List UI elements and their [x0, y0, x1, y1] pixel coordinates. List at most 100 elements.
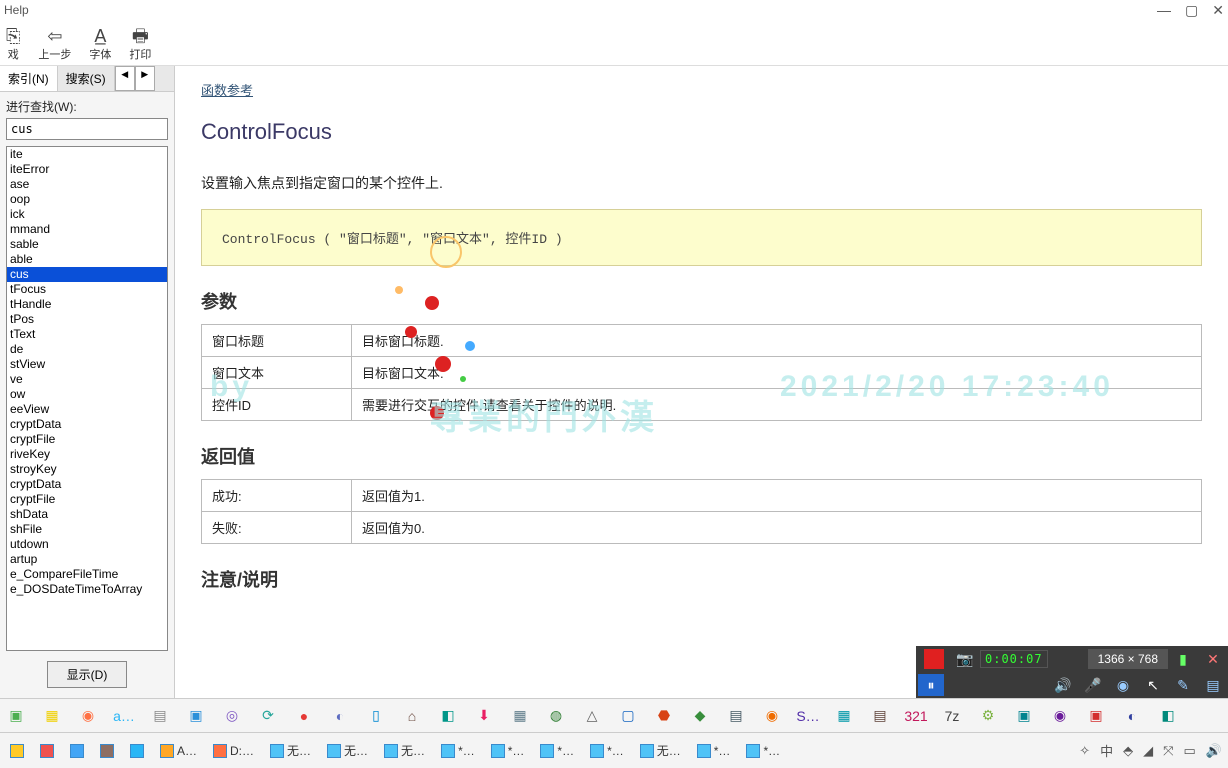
taskbar-window[interactable]: 无…: [380, 740, 429, 761]
webcam-icon[interactable]: ◉: [1110, 674, 1136, 696]
screen-recorder-overlay[interactable]: 📷 0:00:07 1366 × 768 ▮ ✕ ⏸ 🔊 🎤 ◉ ↖ ✎ ▤: [916, 646, 1228, 698]
window-minimize[interactable]: —: [1157, 2, 1171, 19]
list-item[interactable]: stroyKey: [7, 462, 167, 477]
list-item[interactable]: ite: [7, 147, 167, 162]
toolbar-item-2[interactable]: A̲字体: [89, 26, 111, 62]
list-item[interactable]: cryptFile: [7, 432, 167, 447]
breadcrumb-link[interactable]: 函数参考: [201, 83, 253, 98]
pause-icon[interactable]: ⏸: [918, 674, 944, 696]
recorder-close-icon[interactable]: ✕: [1200, 648, 1226, 670]
taskbar-icon[interactable]: S…: [798, 706, 818, 726]
list-item[interactable]: tPos: [7, 312, 167, 327]
window-menu[interactable]: Help: [4, 3, 29, 17]
taskbar-window[interactable]: *…: [536, 742, 578, 760]
recorder-ok-icon[interactable]: ▮: [1170, 648, 1196, 670]
taskbar-window[interactable]: [126, 742, 148, 760]
tray-icon[interactable]: ◢: [1143, 743, 1153, 759]
taskbar-window[interactable]: *…: [693, 742, 735, 760]
list-item[interactable]: ve: [7, 372, 167, 387]
list-item[interactable]: oop: [7, 192, 167, 207]
taskbar-icon[interactable]: 7z: [942, 706, 962, 726]
taskbar-icon[interactable]: ▦: [834, 706, 854, 726]
list-item[interactable]: tText: [7, 327, 167, 342]
taskbar-icon[interactable]: ▢: [618, 706, 638, 726]
taskbar-icon[interactable]: ⟳: [258, 706, 278, 726]
list-item[interactable]: cus: [7, 267, 167, 282]
tray-icon[interactable]: ✧: [1079, 743, 1090, 759]
list-item[interactable]: sable: [7, 237, 167, 252]
taskbar-window[interactable]: D:…: [209, 742, 258, 760]
list-item[interactable]: iteError: [7, 162, 167, 177]
show-button[interactable]: 显示(D): [47, 661, 127, 688]
tray-icon[interactable]: ⤧: [1163, 743, 1173, 759]
taskbar-icon[interactable]: ▯: [366, 706, 386, 726]
taskbar-icon[interactable]: ◐: [1122, 706, 1142, 726]
taskbar-icon[interactable]: ▣: [1014, 706, 1034, 726]
taskbar-icon[interactable]: ⬇: [474, 706, 494, 726]
taskbar-window[interactable]: 无…: [323, 740, 372, 761]
list-item[interactable]: tFocus: [7, 282, 167, 297]
toolbar-item-0[interactable]: ⎘戏: [6, 26, 20, 62]
taskbar-icon[interactable]: ◉: [78, 706, 98, 726]
nav-prev[interactable]: ◀: [115, 66, 135, 91]
draw-icon[interactable]: ✎: [1170, 674, 1196, 696]
list-item[interactable]: mmand: [7, 222, 167, 237]
taskbar-window[interactable]: *…: [487, 742, 529, 760]
taskbar-icon[interactable]: ▣: [1086, 706, 1106, 726]
list-item[interactable]: tHandle: [7, 297, 167, 312]
taskbar-window[interactable]: [66, 742, 88, 760]
taskbar-window[interactable]: *…: [742, 742, 784, 760]
keyword-list[interactable]: iteiteErroraseoopickmmandsableablecustFo…: [6, 146, 168, 651]
list-item[interactable]: shFile: [7, 522, 167, 537]
list-item[interactable]: stView: [7, 357, 167, 372]
taskbar-icon[interactable]: ◍: [546, 706, 566, 726]
list-item[interactable]: de: [7, 342, 167, 357]
list-item[interactable]: artup: [7, 552, 167, 567]
taskbar-window[interactable]: [96, 742, 118, 760]
taskbar-icon[interactable]: ▣: [6, 706, 26, 726]
record-button[interactable]: [924, 649, 944, 669]
toolbar-item-3[interactable]: 🖶打印: [129, 26, 151, 62]
list-item[interactable]: cryptData: [7, 417, 167, 432]
taskbar-icon[interactable]: ▣: [186, 706, 206, 726]
list-item[interactable]: able: [7, 252, 167, 267]
taskbar-window[interactable]: *…: [586, 742, 628, 760]
window-close[interactable]: ✕: [1212, 2, 1224, 19]
taskbar-icon[interactable]: ⬣: [654, 706, 674, 726]
list-item[interactable]: utdown: [7, 537, 167, 552]
taskbar-icon[interactable]: △: [582, 706, 602, 726]
taskbar-icon[interactable]: ◧: [438, 706, 458, 726]
taskbar-icon[interactable]: ▦: [42, 706, 62, 726]
list-item[interactable]: eeView: [7, 402, 167, 417]
taskbar-icon[interactable]: ▤: [726, 706, 746, 726]
taskbar-icon[interactable]: ◐: [330, 706, 350, 726]
tray-icon[interactable]: ▭: [1184, 743, 1196, 759]
taskbar-icon[interactable]: ▤: [870, 706, 890, 726]
taskbar-icon[interactable]: ◉: [1050, 706, 1070, 726]
camera-icon[interactable]: 📷: [952, 648, 978, 670]
taskbar-window[interactable]: A…: [156, 742, 201, 760]
tab-search[interactable]: 搜索(S): [58, 66, 115, 91]
tray-icon[interactable]: ⬘: [1123, 743, 1133, 759]
taskbar-icon[interactable]: 321: [906, 706, 926, 726]
settings-icon[interactable]: ▤: [1200, 674, 1226, 696]
window-maximize[interactable]: ▢: [1185, 2, 1198, 19]
taskbar-icon[interactable]: ◧: [1158, 706, 1178, 726]
taskbar-icon[interactable]: ●: [294, 706, 314, 726]
audio-icon[interactable]: 🔊: [1050, 674, 1076, 696]
taskbar-window[interactable]: [6, 742, 28, 760]
taskbar-icon[interactable]: ⌂: [402, 706, 422, 726]
list-item[interactable]: ase: [7, 177, 167, 192]
taskbar-icon[interactable]: ⚙: [978, 706, 998, 726]
tray-icon[interactable]: 中: [1100, 741, 1113, 760]
taskbar-icon[interactable]: ◆: [690, 706, 710, 726]
mic-icon[interactable]: 🎤: [1080, 674, 1106, 696]
nav-next[interactable]: ▶: [135, 66, 155, 91]
list-item[interactable]: e_DOSDateTimeToArray: [7, 582, 167, 597]
tab-index[interactable]: 索引(N): [0, 66, 58, 91]
list-item[interactable]: shData: [7, 507, 167, 522]
tray-icon[interactable]: 🔊: [1206, 743, 1222, 759]
taskbar-icon[interactable]: ◉: [762, 706, 782, 726]
taskbar-icon[interactable]: a…: [114, 706, 134, 726]
list-item[interactable]: ick: [7, 207, 167, 222]
